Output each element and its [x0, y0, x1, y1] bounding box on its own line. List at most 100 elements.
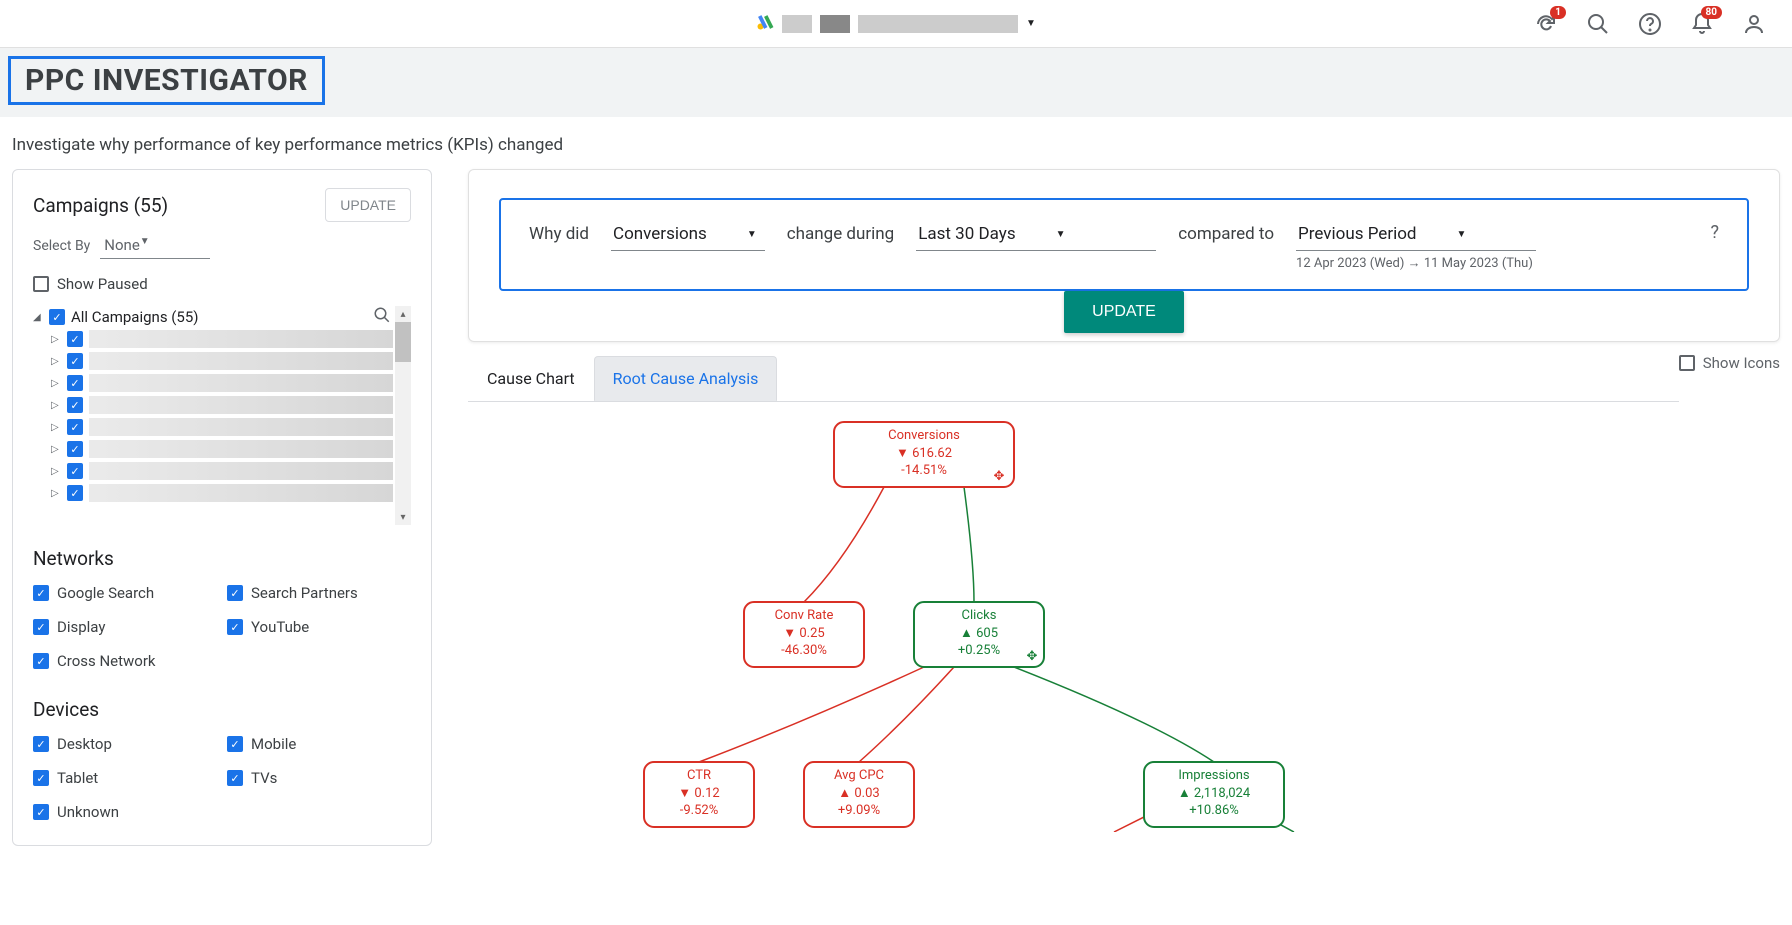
- node-ctr[interactable]: CTR ▼ 0.12 -9.52%: [644, 762, 754, 827]
- tree-scrollbar[interactable]: ▴ ▾: [395, 306, 411, 525]
- move-icon[interactable]: ✥: [1027, 649, 1038, 664]
- refresh-button[interactable]: 1: [1532, 10, 1560, 38]
- network-checkbox[interactable]: ✓ Display: [33, 618, 217, 636]
- sidebar-update-button[interactable]: UPDATE: [325, 188, 411, 222]
- checkbox-icon: ✓: [33, 770, 49, 786]
- svg-text:Avg CPC: Avg CPC: [834, 768, 884, 783]
- account-button[interactable]: [1740, 10, 1768, 38]
- svg-text:Conversions: Conversions: [888, 428, 960, 443]
- main-update-button[interactable]: UPDATE: [1064, 291, 1184, 333]
- svg-text:-9.52%: -9.52%: [680, 803, 718, 818]
- collapse-icon[interactable]: ◢: [33, 312, 43, 323]
- expand-icon[interactable]: ▷: [51, 444, 61, 455]
- search-button[interactable]: [1584, 10, 1612, 38]
- expand-icon[interactable]: ▷: [51, 356, 61, 367]
- redacted-block: [782, 15, 812, 33]
- tree-item[interactable]: ▷✓: [33, 372, 393, 394]
- checkbox-icon[interactable]: ✓: [67, 463, 83, 479]
- tree-item[interactable]: ▷✓: [33, 460, 393, 482]
- scroll-down-icon[interactable]: ▾: [395, 509, 411, 525]
- select-by-dropdown[interactable]: None ▼: [100, 232, 209, 259]
- redacted-block: [89, 396, 393, 414]
- comparison-value: Previous Period: [1298, 224, 1416, 244]
- tree-item[interactable]: ▷✓: [33, 482, 393, 504]
- network-checkbox[interactable]: ✓Google Search: [33, 584, 217, 602]
- redacted-block: [89, 462, 393, 480]
- expand-icon[interactable]: ▷: [51, 466, 61, 477]
- query-help-button[interactable]: ?: [1710, 222, 1719, 243]
- svg-text:▲ 0.03: ▲ 0.03: [838, 786, 879, 801]
- period-dropdown[interactable]: Last 30 Days ▼: [916, 222, 1156, 251]
- svg-text:▼ 0.25: ▼ 0.25: [783, 626, 824, 641]
- expand-icon[interactable]: ▷: [51, 400, 61, 411]
- checkbox-icon: ✓: [227, 619, 243, 635]
- expand-icon[interactable]: ▷: [51, 378, 61, 389]
- node-convrate[interactable]: Conv Rate ▼ 0.25 -46.30%: [744, 602, 864, 667]
- scroll-up-icon[interactable]: ▴: [395, 306, 411, 322]
- network-label: Display: [57, 618, 105, 636]
- top-actions: 1 80: [1532, 10, 1768, 38]
- device-checkbox[interactable]: ✓Desktop: [33, 735, 217, 753]
- search-icon[interactable]: [373, 306, 391, 328]
- device-checkbox[interactable]: ✓Mobile: [227, 735, 411, 753]
- expand-icon[interactable]: ▷: [51, 422, 61, 433]
- svg-text:CTR: CTR: [687, 768, 711, 783]
- notifications-button[interactable]: 80: [1688, 10, 1716, 38]
- help-button[interactable]: [1636, 10, 1664, 38]
- checkbox-icon[interactable]: ✓: [67, 375, 83, 391]
- network-checkbox[interactable]: ✓Search Partners: [227, 584, 411, 602]
- tree-root[interactable]: ◢ ✓ All Campaigns (55): [33, 306, 393, 328]
- checkbox-icon: ✓: [33, 619, 49, 635]
- node-clicks[interactable]: Clicks ▲ 605 +0.25% ✥: [914, 602, 1044, 667]
- device-label: TVs: [251, 769, 277, 787]
- page-title-box: PPC INVESTIGATOR: [8, 56, 325, 105]
- scrollbar-thumb[interactable]: [395, 322, 411, 362]
- expand-icon[interactable]: ▷: [51, 488, 61, 499]
- comparison-dropdown[interactable]: Previous Period ▼: [1296, 222, 1536, 251]
- device-checkbox[interactable]: ✓Unknown: [33, 803, 217, 821]
- expand-icon[interactable]: ▷: [51, 334, 61, 345]
- redacted-block: [89, 330, 393, 348]
- tree-item[interactable]: ▷✓: [33, 438, 393, 460]
- campaigns-heading: Campaigns (55): [33, 194, 168, 217]
- svg-text:Impressions: Impressions: [1178, 768, 1250, 783]
- node-avgcpc[interactable]: Avg CPC ▲ 0.03 +9.09%: [804, 762, 914, 827]
- tree-item[interactable]: ▷✓: [33, 416, 393, 438]
- device-checkbox[interactable]: ✓Tablet: [33, 769, 217, 787]
- tab-root-cause[interactable]: Root Cause Analysis: [594, 356, 778, 401]
- checkbox-icon: ✓: [227, 770, 243, 786]
- tab-cause-chart[interactable]: Cause Chart: [468, 356, 594, 401]
- device-checkbox[interactable]: ✓ TVs: [227, 769, 411, 787]
- checkbox-icon[interactable]: ✓: [49, 309, 65, 325]
- cause-tree-chart[interactable]: Conversions ▼ 616.62 -14.51% ✥ Conv Rate…: [468, 412, 1780, 832]
- tree-item[interactable]: ▷✓: [33, 394, 393, 416]
- move-icon[interactable]: ✥: [994, 469, 1005, 484]
- show-icons-checkbox[interactable]: Show Icons: [1679, 342, 1780, 372]
- checkbox-icon[interactable]: ✓: [67, 353, 83, 369]
- metric-dropdown[interactable]: Conversions ▼: [611, 222, 765, 251]
- redacted-block: [89, 374, 393, 392]
- show-icons-label: Show Icons: [1703, 354, 1780, 372]
- checkbox-icon[interactable]: ✓: [67, 441, 83, 457]
- network-label: Cross Network: [57, 652, 156, 670]
- device-label: Desktop: [57, 735, 112, 753]
- tree-item[interactable]: ▷✓: [33, 350, 393, 372]
- checkbox-icon[interactable]: ✓: [67, 419, 83, 435]
- devices-heading: Devices: [33, 698, 411, 721]
- checkbox-icon[interactable]: ✓: [67, 331, 83, 347]
- checkbox-icon[interactable]: ✓: [67, 485, 83, 501]
- date-range-label: 12 Apr 2023 (Wed) → 11 May 2023 (Thu): [1296, 255, 1536, 271]
- account-selector[interactable]: ▼: [756, 13, 1036, 35]
- node-impressions[interactable]: Impressions ▲ 2,118,024 +10.86%: [1144, 762, 1284, 827]
- node-conversions[interactable]: Conversions ▼ 616.62 -14.51% ✥: [834, 422, 1014, 487]
- tree-item[interactable]: ▷✓: [33, 328, 393, 350]
- network-checkbox[interactable]: ✓Cross Network: [33, 652, 217, 670]
- all-campaigns-label: All Campaigns (55): [71, 308, 199, 326]
- checkbox-icon[interactable]: ✓: [67, 397, 83, 413]
- compared-to-label: compared to: [1178, 222, 1274, 244]
- chevron-down-icon: ▼: [1026, 18, 1036, 29]
- svg-text:Clicks: Clicks: [962, 608, 997, 623]
- show-paused-checkbox[interactable]: Show Paused: [33, 275, 411, 293]
- network-checkbox[interactable]: ✓YouTube: [227, 618, 411, 636]
- chevron-down-icon: ▼: [1056, 229, 1066, 240]
